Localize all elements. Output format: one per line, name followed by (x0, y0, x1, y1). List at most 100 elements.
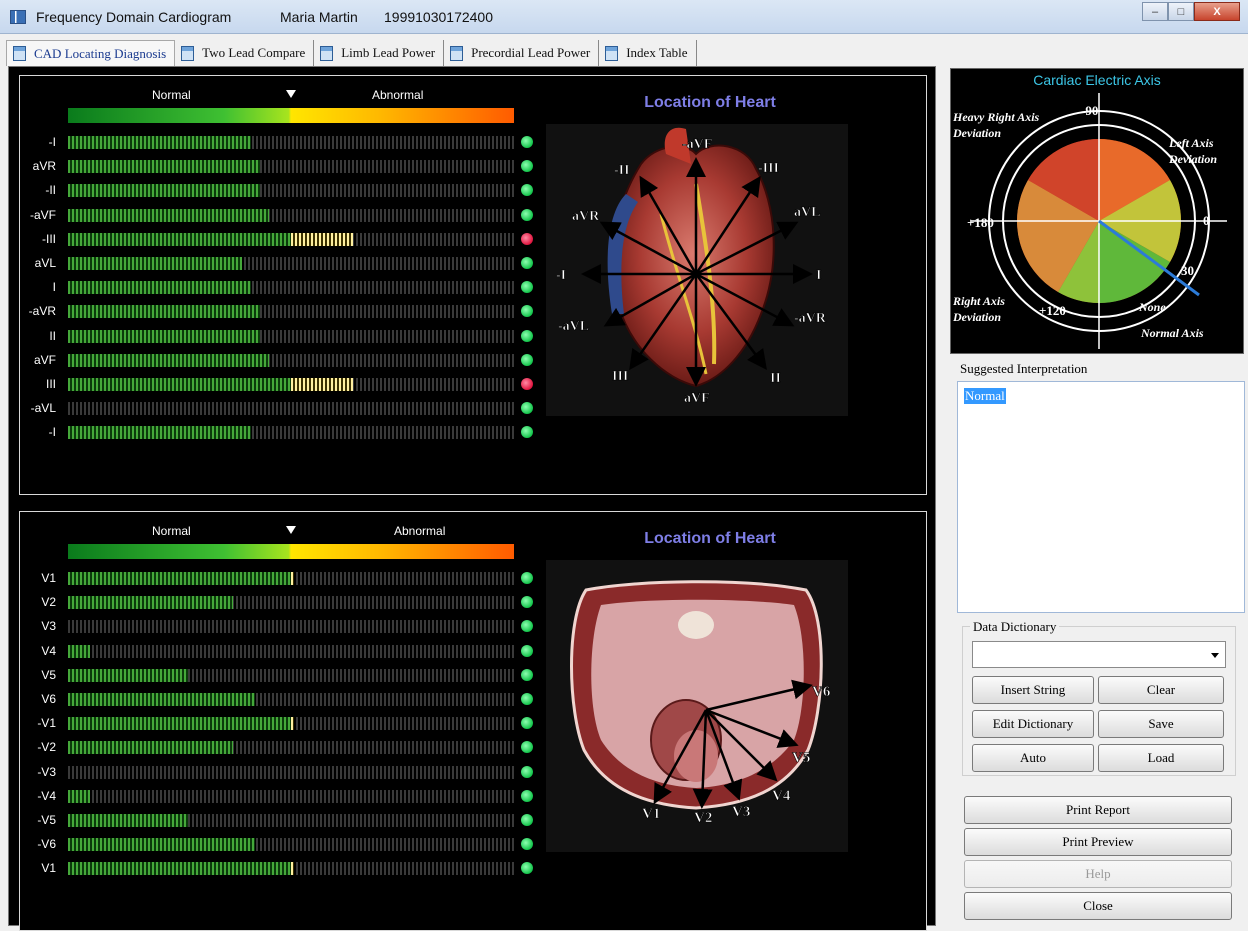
tab-label: Two Lead Compare (202, 45, 306, 60)
lead-vector-label: -I (556, 268, 566, 283)
lead-power-fill (68, 208, 269, 222)
lead-row: III (20, 374, 540, 394)
tab-two-lead-compare[interactable]: Two Lead Compare (175, 40, 315, 66)
lead-row: V1 (20, 568, 540, 588)
lead-abnormal-fill (291, 717, 294, 731)
lead-power-bar (68, 620, 514, 634)
clear-button[interactable]: Clear (1098, 676, 1224, 704)
lead-label: -aVF (29, 207, 56, 222)
lead-power-bar (68, 644, 514, 658)
lead-label: V2 (41, 595, 56, 610)
tab-index-table[interactable]: Index Table (599, 40, 697, 66)
lead-power-fill (68, 329, 260, 343)
lead-label: V6 (41, 692, 56, 706)
lead-power-fill (68, 644, 91, 658)
tab-precordial-lead-power[interactable]: Precordial Lead Power (444, 40, 600, 66)
status-indicator-icon (521, 717, 533, 730)
lead-power-fill (68, 572, 291, 585)
insert-string-button[interactable]: Insert String (972, 676, 1094, 704)
auto-button[interactable]: Auto (972, 744, 1094, 772)
dictionary-select[interactable] (972, 641, 1226, 668)
lead-power-bar (68, 765, 514, 779)
axis-label: Deviation (952, 126, 1001, 140)
load-button[interactable]: Load (1098, 744, 1224, 772)
document-icon (181, 45, 195, 61)
close-button[interactable]: Close (964, 892, 1232, 920)
status-indicator-icon (521, 232, 533, 245)
lead-vector-label: I (816, 268, 821, 283)
lead-vector-label: V6 (812, 684, 831, 700)
lead-row: V1 (20, 858, 540, 878)
lead-vector-label: II (770, 371, 781, 386)
edit-dictionary-button[interactable]: Edit Dictionary (972, 710, 1094, 738)
tab-cad-locating-diagnosis[interactable]: CAD Locating Diagnosis (6, 40, 176, 66)
lead-vector-label: aVL (794, 205, 820, 220)
close-window-button[interactable]: X (1194, 2, 1240, 21)
status-indicator-icon (521, 353, 533, 366)
lead-power-fill (68, 862, 291, 876)
print-preview-button[interactable]: Print Preview (964, 828, 1232, 856)
chevron-down-icon (1211, 653, 1219, 658)
status-indicator-icon (521, 572, 533, 584)
lead-power-fill (68, 232, 291, 246)
abnormal-label: Abnormal (394, 524, 446, 538)
lead-row: -II (20, 180, 540, 200)
save-button[interactable]: Save (1098, 710, 1224, 738)
lead-power-bar (68, 329, 514, 343)
status-indicator-icon (521, 838, 533, 851)
axis-label: Left Axis (1168, 136, 1214, 150)
interpretation-label: Suggested Interpretation (960, 361, 1088, 376)
status-indicator-icon (521, 693, 533, 705)
lead-row: -V5 (20, 810, 540, 830)
maximize-button[interactable]: □ (1168, 2, 1194, 21)
lead-row: II (20, 326, 540, 346)
status-indicator-icon (521, 765, 533, 778)
lead-power-fill (68, 426, 251, 440)
lead-row: -I (20, 422, 540, 442)
title-bar: Frequency Domain Cardiogram Maria Martin… (0, 0, 1248, 34)
lead-row: V4 (20, 641, 540, 661)
lead-label: -V6 (37, 837, 56, 852)
status-indicator-icon (521, 741, 533, 754)
lead-power-bar (68, 838, 514, 852)
lead-power-bar (68, 257, 514, 270)
precordial-lead-section: Normal Abnormal V1 V2 V3 V4 V5 V6 -V1 -V2 -V3 -V4… (19, 511, 927, 931)
tab-limb-lead-power[interactable]: Limb Lead Power (314, 40, 445, 66)
tab-label: Precordial Lead Power (471, 45, 591, 60)
severity-scale (68, 544, 514, 559)
status-indicator-icon (521, 378, 533, 390)
lead-row: -III (20, 229, 540, 249)
tab-label: Index Table (626, 45, 688, 60)
lead-power-bar (68, 184, 514, 198)
document-icon (450, 45, 464, 61)
lead-label: -III (42, 231, 56, 246)
lead-label: -V3 (37, 764, 56, 779)
normal-label: Normal (152, 88, 191, 102)
interpretation-textbox[interactable]: Normal (957, 381, 1245, 613)
lead-label: V1 (41, 861, 56, 876)
lead-vector-label: aVR (572, 209, 600, 224)
diagnosis-panel: Normal Abnormal -I aVR -II -aVF -III aVL I -aVR… (8, 66, 936, 931)
lead-power-fill (68, 814, 189, 827)
lead-row: -V2 (20, 737, 540, 757)
print-report-button[interactable]: Print Report (964, 796, 1232, 824)
status-indicator-icon (521, 402, 533, 415)
normal-label: Normal (152, 524, 191, 538)
status-indicator-icon (521, 426, 533, 439)
data-dictionary-label: Data Dictionary (970, 619, 1060, 635)
lead-row: -aVL (20, 398, 540, 418)
status-indicator-icon (521, 136, 533, 148)
lead-power-fill (68, 789, 91, 803)
patient-name: Maria Martin (280, 9, 358, 25)
minimize-button[interactable]: – (1142, 2, 1168, 21)
lead-row: aVL (20, 253, 540, 273)
status-indicator-icon (521, 208, 533, 221)
lead-row: V3 (20, 616, 540, 636)
axis-label: Heavy Right Axis (952, 110, 1040, 124)
status-indicator-icon (521, 596, 533, 609)
record-id: 19991030172400 (384, 9, 494, 25)
lead-label: aVF (33, 352, 56, 367)
lead-power-bar (68, 668, 514, 682)
lead-label: V3 (41, 619, 56, 634)
lead-power-bar (68, 305, 514, 319)
